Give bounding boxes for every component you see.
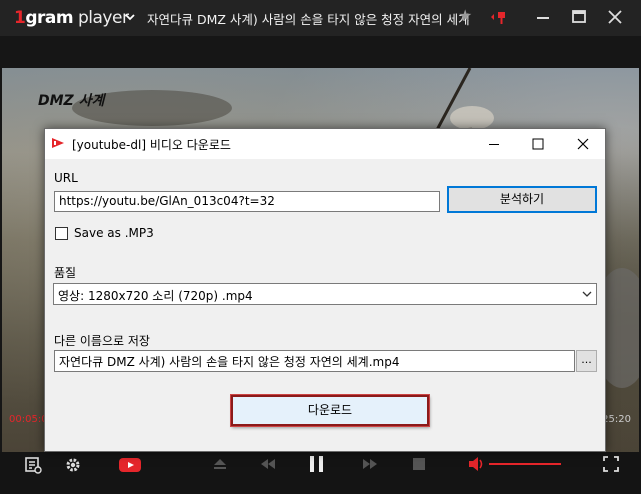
youtube-dl-dialog: [youtube-dl] 비디오 다운로드 URL https://youtu.…	[44, 128, 606, 452]
rewind-icon[interactable]	[259, 457, 277, 471]
star-icon[interactable]: ★	[458, 6, 472, 25]
close-icon[interactable]	[605, 7, 625, 27]
fast-forward-icon[interactable]	[361, 457, 379, 471]
volume-slider[interactable]	[489, 463, 561, 465]
pause-icon[interactable]	[307, 454, 327, 474]
fullscreen-icon[interactable]	[602, 455, 620, 473]
chevron-down-icon	[582, 291, 592, 297]
total-time: 25:20	[602, 414, 631, 425]
app-icon	[52, 138, 64, 148]
app-logo[interactable]: 1gram player	[14, 8, 129, 28]
logo-suffix: player	[73, 8, 129, 28]
maximize-icon[interactable]	[569, 7, 589, 27]
url-input[interactable]: https://youtu.be/GlAn_013c04?t=32	[54, 191, 440, 212]
elapsed-time: 00:05:0	[9, 414, 48, 425]
pin-icon[interactable]	[490, 9, 508, 25]
logo-prefix: 1	[14, 8, 26, 28]
url-label: URL	[54, 171, 78, 185]
video-watermark: DMZ 사계	[38, 93, 105, 109]
stop-icon[interactable]	[412, 457, 426, 471]
quality-label: 품질	[54, 266, 77, 280]
quality-selected-value: 영상: 1280x720 소리 (720p) .mp4	[58, 289, 253, 303]
chevron-down-icon[interactable]	[124, 11, 136, 23]
dialog-title: [youtube-dl] 비디오 다운로드	[72, 138, 231, 152]
mp3-checkbox[interactable]	[55, 227, 68, 240]
filename-input[interactable]: 자연다큐 DMZ 사계) 사람의 손을 타지 않은 청정 자연의 세계.mp4	[54, 350, 575, 372]
media-title: 자연다큐 DMZ 사계) 사람의 손을 타지 않은 청정 자연의 세계	[147, 12, 470, 27]
download-button[interactable]: 다운로드	[231, 395, 429, 426]
minimize-icon[interactable]	[533, 7, 553, 27]
dialog-minimize-icon[interactable]	[483, 134, 505, 154]
eject-icon[interactable]	[212, 457, 228, 471]
dialog-maximize-icon[interactable]	[527, 134, 549, 154]
quality-select[interactable]: 영상: 1280x720 소리 (720p) .mp4	[53, 283, 597, 305]
analyze-button[interactable]: 분석하기	[447, 186, 597, 213]
logo-main: gram	[25, 8, 74, 28]
saveas-label: 다른 이름으로 저장	[54, 334, 150, 348]
dialog-close-icon[interactable]	[572, 134, 594, 154]
volume-icon[interactable]	[467, 455, 487, 473]
dialog-titlebar: [youtube-dl] 비디오 다운로드	[45, 129, 605, 159]
youtube-icon[interactable]	[118, 456, 142, 474]
playlist-icon[interactable]	[24, 456, 42, 474]
mp3-label: Save as .MP3	[74, 226, 154, 240]
browse-button[interactable]: ...	[576, 350, 597, 372]
player-titlebar: 1gram player 자연다큐 DMZ 사계) 사람의 손을 타지 않은 청…	[0, 0, 641, 36]
gear-icon[interactable]	[64, 456, 82, 474]
